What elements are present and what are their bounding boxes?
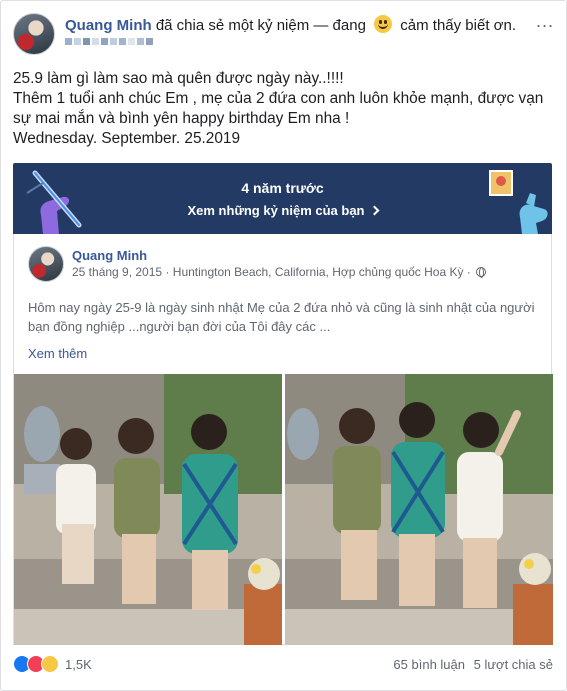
memory-title: 4 năm trước bbox=[241, 180, 324, 196]
see-more-link[interactable]: Xem thêm bbox=[28, 346, 87, 361]
post-action-text: đã chia sẻ một kỷ niệm — đang bbox=[155, 17, 366, 34]
photo-right-image bbox=[285, 374, 553, 645]
shared-location[interactable]: Huntington Beach, California, Hợp chủng … bbox=[173, 265, 464, 279]
post-text-line: sự mai mắn và bình yên happy birthday Em… bbox=[13, 110, 350, 127]
feeling-text: cảm thấy biết ơn. bbox=[400, 17, 517, 34]
post-card: Quang Minh đã chia sẻ một kỷ niệm — đang… bbox=[0, 0, 567, 691]
shares-count-link[interactable]: 5 lượt chia sẻ bbox=[474, 657, 553, 672]
post-footer: 1,5K 65 bình luận 5 lượt chia sẻ bbox=[13, 653, 553, 677]
post-text: 25.9 làm gì làm sao mà quên được ngày nà… bbox=[13, 69, 553, 149]
post-header: Quang Minh đã chia sẻ một kỷ niệm — đang… bbox=[65, 15, 525, 36]
author-name-link[interactable]: Quang Minh bbox=[65, 17, 152, 34]
comments-count-link[interactable]: 65 bình luận bbox=[393, 657, 465, 672]
shared-date[interactable]: 25 tháng 9, 2015 bbox=[72, 265, 162, 279]
sad-reaction-icon[interactable] bbox=[41, 655, 59, 673]
post-text-line: 25.9 làm gì làm sao mà quên được ngày nà… bbox=[13, 70, 344, 87]
photo-left[interactable] bbox=[14, 374, 282, 645]
hand-photo-icon bbox=[489, 170, 548, 234]
photo-right[interactable] bbox=[285, 374, 553, 645]
meta-separator: · bbox=[466, 265, 475, 279]
chevron-right-icon bbox=[369, 205, 379, 216]
shared-author-name-link[interactable]: Quang Minh bbox=[72, 248, 147, 263]
see-memories-label: Xem những kỷ niệm của bạn bbox=[187, 203, 365, 218]
photo-left-image bbox=[14, 374, 282, 645]
shared-author-avatar[interactable] bbox=[28, 246, 64, 282]
memory-banner[interactable]: 4 năm trước Xem những kỷ niệm của bạn bbox=[13, 163, 552, 234]
author-avatar[interactable] bbox=[13, 13, 55, 55]
post-text-line: Wednesday. September. 25.2019 bbox=[13, 130, 241, 147]
post-text-line: Thêm 1 tuổi anh chúc Em , mẹ của 2 đứa c… bbox=[13, 90, 544, 107]
see-memories-link[interactable]: Xem những kỷ niệm của bạn bbox=[13, 203, 552, 218]
smile-emoji-icon bbox=[374, 15, 393, 33]
meta-separator: · bbox=[165, 265, 173, 279]
shared-caption: Hôm nay ngày 25-9 là ngày sinh nhật Mẹ c… bbox=[28, 300, 535, 334]
shared-post-meta: 25 tháng 9, 2015 · Huntington Beach, Cal… bbox=[72, 265, 487, 279]
more-options-icon[interactable]: ... bbox=[536, 12, 554, 30]
shared-memory-card: Quang Minh 25 tháng 9, 2015 · Huntington… bbox=[13, 234, 553, 645]
post-meta-blurred bbox=[65, 38, 153, 52]
globe-icon bbox=[476, 267, 487, 278]
reaction-count[interactable]: 1,5K bbox=[65, 657, 92, 672]
hand-pencil-icon bbox=[26, 170, 82, 234]
